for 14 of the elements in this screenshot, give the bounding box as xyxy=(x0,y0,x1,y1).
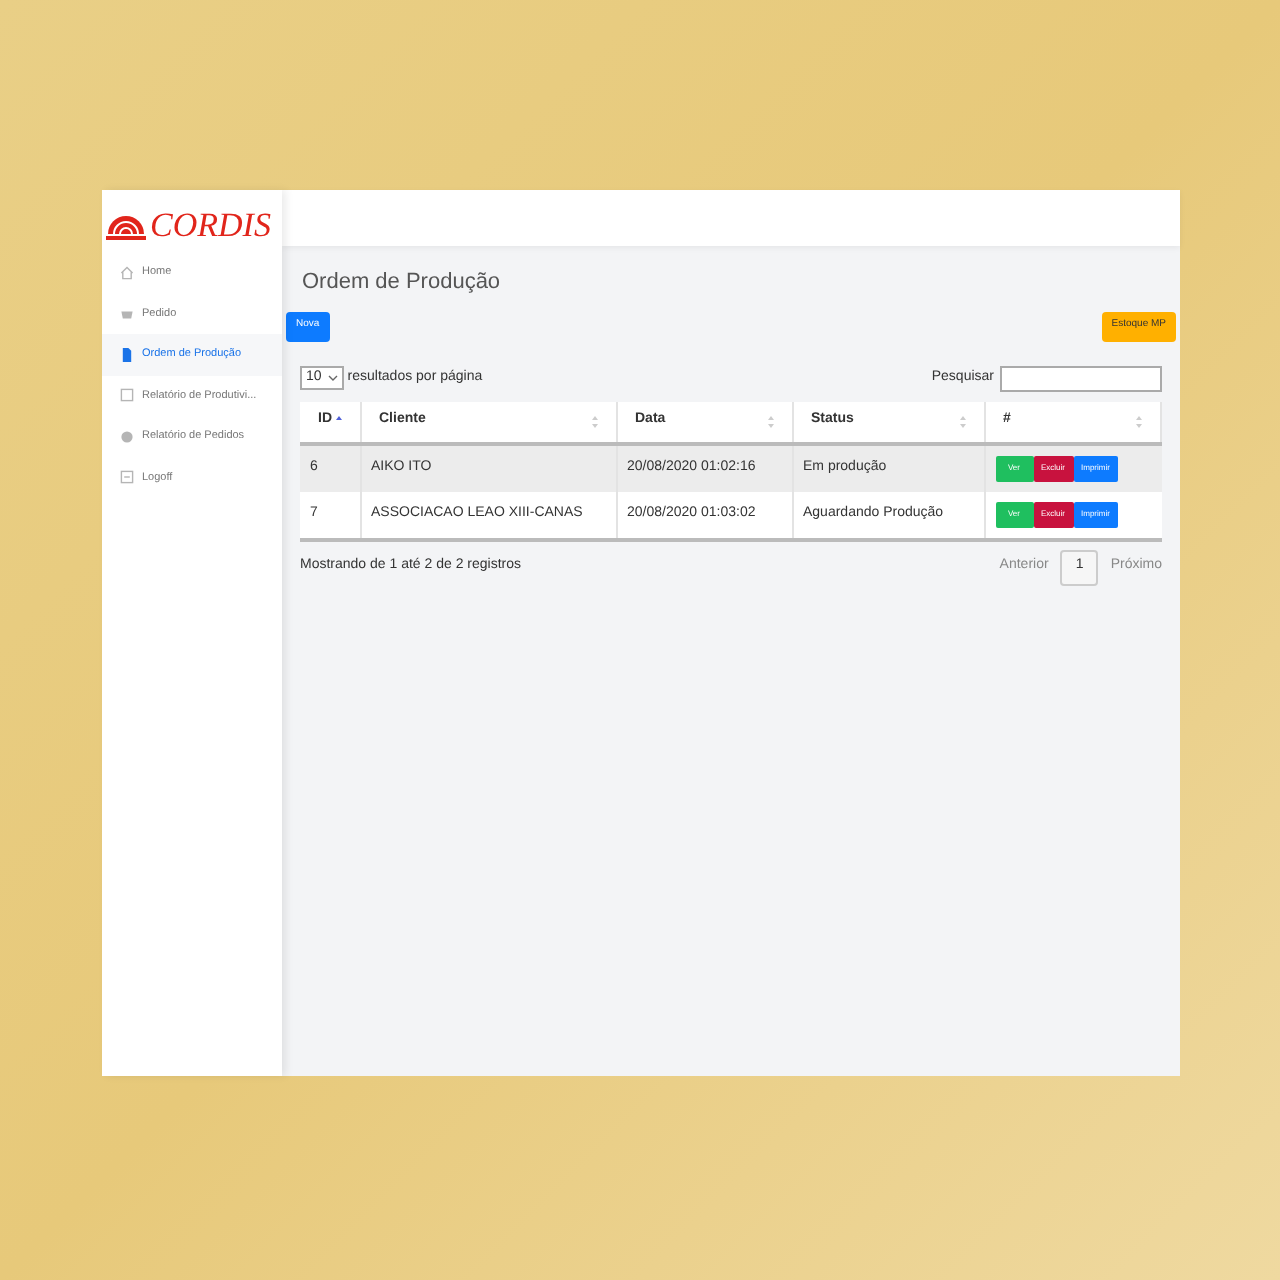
home-icon xyxy=(120,265,134,280)
circle-icon xyxy=(120,429,134,444)
sort-icon xyxy=(1136,415,1142,427)
file-icon xyxy=(120,347,134,362)
sort-icon xyxy=(591,415,597,427)
page-title: Ordem de Produção xyxy=(302,268,503,298)
basket-icon xyxy=(120,306,134,321)
search-field[interactable] xyxy=(1000,365,1162,391)
logout-icon xyxy=(120,470,134,485)
brand-name: CORDIS xyxy=(150,208,271,242)
sort-icon xyxy=(959,415,965,427)
square-icon xyxy=(120,388,134,403)
chevron-down-icon xyxy=(327,374,338,382)
sort-icon xyxy=(767,415,773,427)
